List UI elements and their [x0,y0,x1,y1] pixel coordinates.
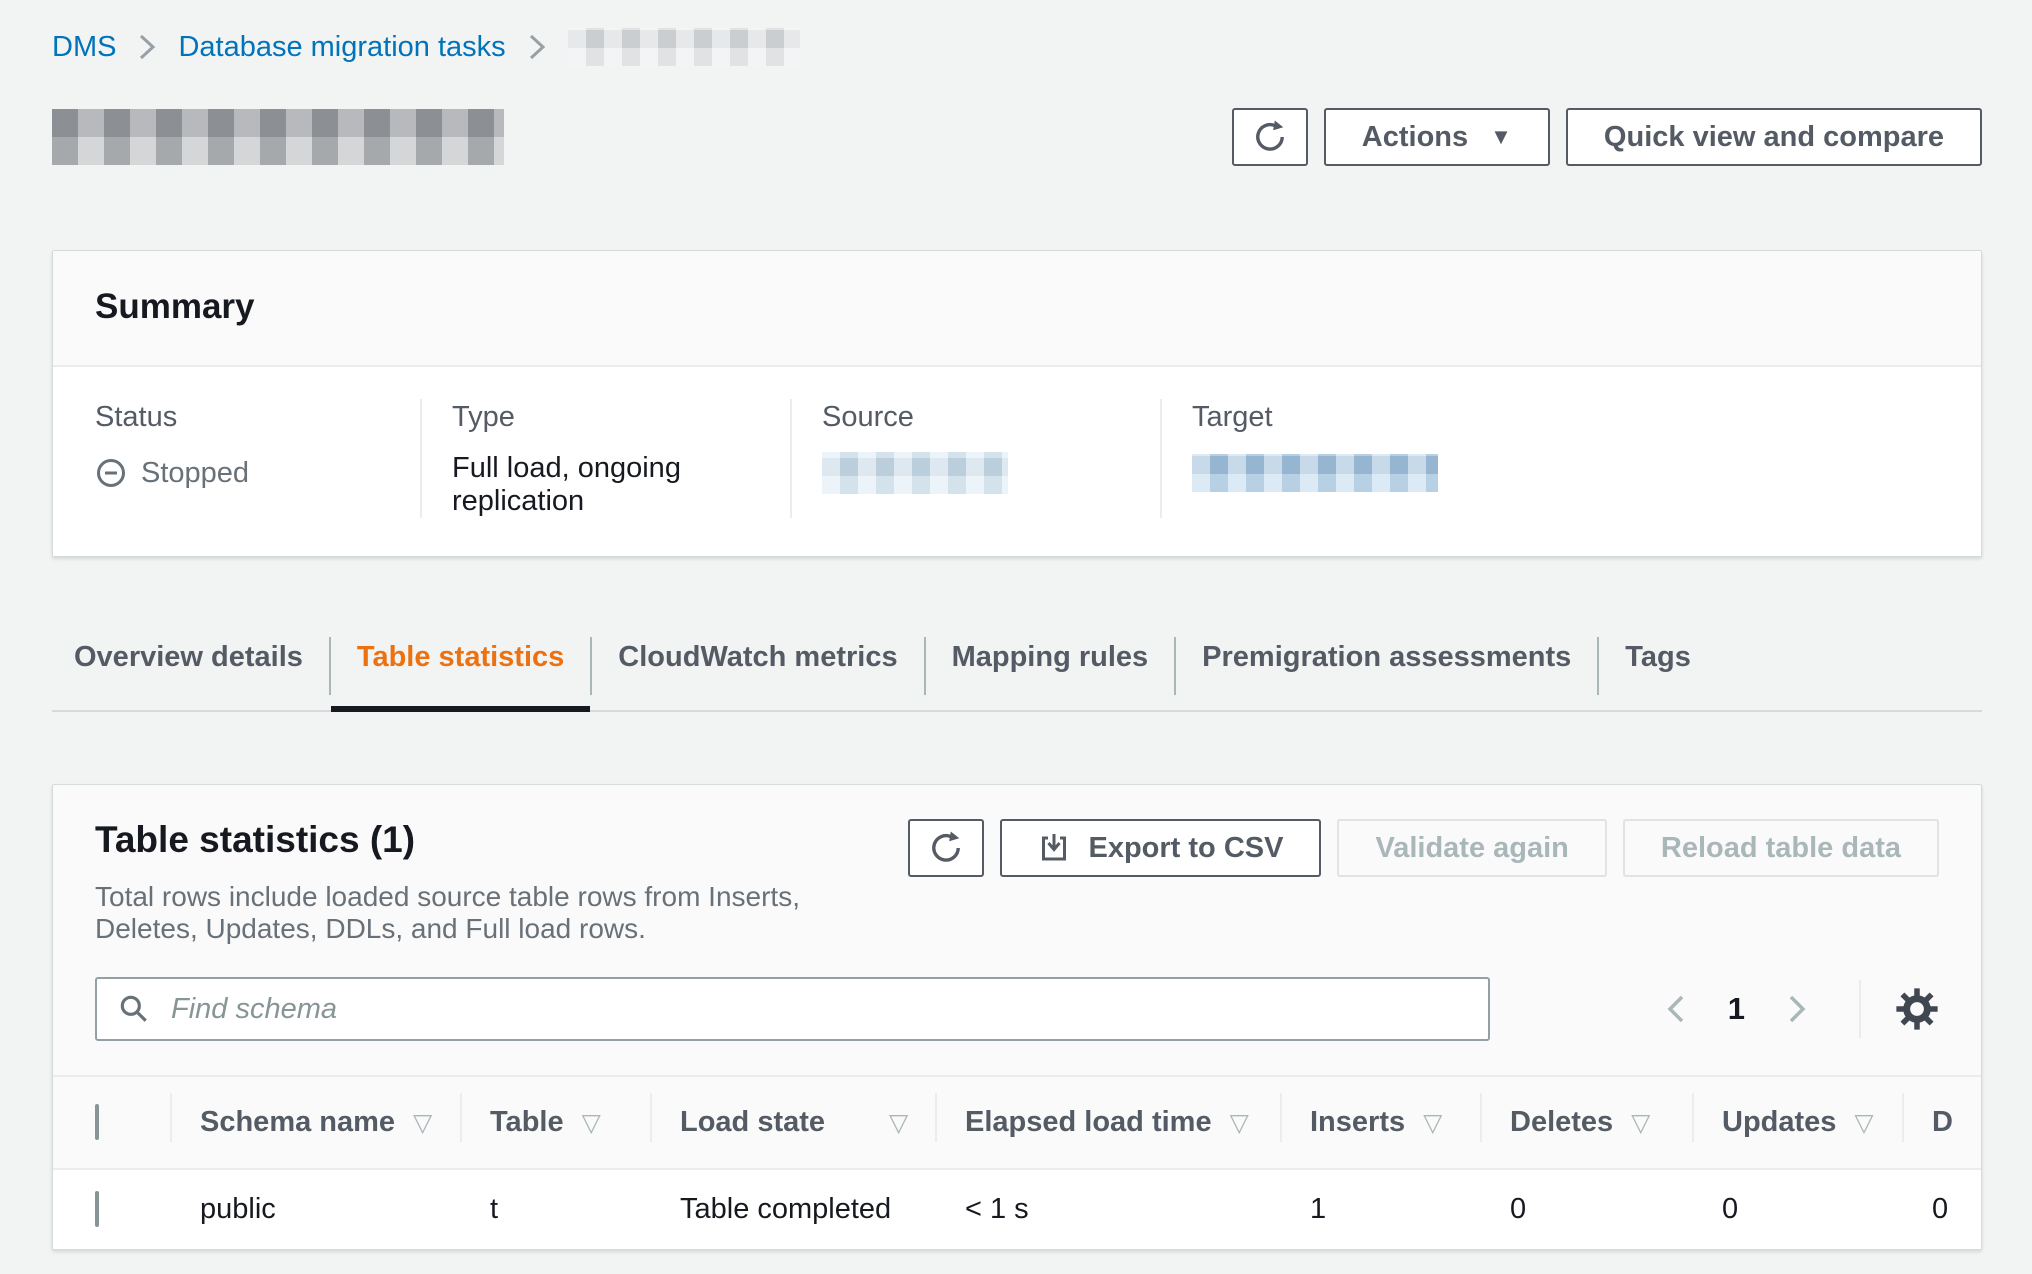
redacted-source-endpoint [822,452,1008,494]
column-header-load-state[interactable]: Load state▽ [650,1077,935,1169]
column-header-updates[interactable]: Updates▽ [1692,1077,1902,1169]
table-statistics-panel: Table statistics (1) Total rows include … [52,784,1982,1250]
tab-overview-details[interactable]: Overview details [52,633,329,710]
quick-view-label: Quick view and compare [1604,121,1944,154]
column-header-deletes[interactable]: Deletes▽ [1480,1077,1692,1169]
cell-deletes: 0 [1480,1169,1692,1249]
table-statistics-description: Total rows include loaded source table r… [95,881,908,945]
tab-cloudwatch-metrics[interactable]: CloudWatch metrics [592,633,923,710]
summary-source-field: Source [790,399,1160,518]
column-header-ddls-clipped[interactable]: D [1902,1077,1981,1169]
sort-icon: ▽ [582,1109,601,1137]
source-label: Source [822,401,1130,434]
table-statistics-actions: Export to CSV Validate again Reload tabl… [908,819,1939,877]
cell-schema-name: public [170,1169,460,1249]
status-value: Stopped [141,457,249,490]
column-header-table[interactable]: Table▽ [460,1077,650,1169]
toolbar-divider [1859,980,1861,1038]
refresh-icon [1253,120,1287,154]
reload-table-data-label: Reload table data [1661,832,1901,865]
cell-table: t [460,1169,650,1249]
task-detail-tabs: Overview details Table statistics CloudW… [52,633,1982,712]
validate-again-label: Validate again [1375,832,1568,865]
sort-icon: ▽ [1631,1109,1650,1137]
actions-dropdown-button[interactable]: Actions ▼ [1324,108,1550,166]
page-title-row: Actions ▼ Quick view and compare [52,108,1982,166]
row-checkbox[interactable] [95,1191,99,1227]
cell-ddls-clipped: 0 [1902,1169,1981,1249]
table-statistics-heading: Table statistics (1) Total rows include … [95,819,908,945]
type-label: Type [452,401,760,434]
current-page-number[interactable]: 1 [1728,991,1745,1027]
search-icon [117,992,151,1031]
chevron-right-icon [1785,992,1809,1026]
sort-icon: ▽ [1854,1109,1873,1137]
summary-panel: Summary Status Stopped Type Full load, [52,250,1982,557]
target-label: Target [1192,401,1951,434]
type-value: Full load, ongoing replication [452,452,760,518]
chevron-left-icon [1664,992,1688,1026]
table-row: public t Table completed < 1 s 1 0 0 0 [53,1169,1981,1249]
actions-label: Actions [1362,121,1468,154]
chevron-down-icon: ▼ [1490,124,1512,150]
download-icon [1038,832,1070,864]
schema-search [95,977,1490,1041]
select-all-checkbox[interactable] [95,1104,99,1140]
sort-icon: ▽ [413,1109,432,1137]
table-header-row: Schema name▽ Table▽ Load state▽ Elapsed … [53,1077,1981,1169]
breadcrumb-link-tasks[interactable]: Database migration tasks [178,31,505,64]
summary-header: Summary [53,251,1981,367]
column-header-schema-name[interactable]: Schema name▽ [170,1077,460,1169]
refresh-icon [929,831,963,865]
export-to-csv-button[interactable]: Export to CSV [1000,819,1321,877]
previous-page-button[interactable] [1654,987,1698,1031]
table-settings-button[interactable] [1895,987,1939,1031]
redacted-page-title [52,109,504,165]
export-to-csv-label: Export to CSV [1088,832,1283,865]
summary-type-field: Type Full load, ongoing replication [420,399,790,518]
quick-view-compare-button[interactable]: Quick view and compare [1566,108,1982,166]
summary-title: Summary [95,287,1939,327]
cell-inserts: 1 [1280,1169,1480,1249]
summary-target-field: Target [1160,399,1981,518]
summary-fields: Status Stopped Type Full load, ongoing r… [53,367,1981,556]
redacted-target-endpoint [1192,454,1438,492]
tab-table-statistics[interactable]: Table statistics [331,633,590,710]
column-header-inserts[interactable]: Inserts▽ [1280,1077,1480,1169]
pagination: 1 [1654,980,1939,1038]
column-header-elapsed-load-time[interactable]: Elapsed load time▽ [935,1077,1280,1169]
breadcrumb-link-dms[interactable]: DMS [52,31,116,64]
breadcrumb: DMS Database migration tasks [52,24,1982,70]
cell-elapsed-load-time: < 1 s [935,1169,1280,1249]
chevron-right-icon [526,32,548,62]
cell-updates: 0 [1692,1169,1902,1249]
tab-premigration-assessments[interactable]: Premigration assessments [1176,633,1597,710]
dms-task-page: DMS Database migration tasks Actions [0,0,2032,1250]
next-page-button[interactable] [1775,987,1819,1031]
gear-icon [1895,987,1939,1031]
reload-table-data-button[interactable]: Reload table data [1623,819,1939,877]
status-label: Status [95,401,390,434]
table-statistics-table: Schema name▽ Table▽ Load state▽ Elapsed … [53,1075,1981,1249]
page-actions: Actions ▼ Quick view and compare [1232,108,1982,166]
sort-icon: ▽ [1423,1109,1442,1137]
sort-icon: ▽ [1230,1109,1249,1137]
sort-icon: ▽ [889,1109,908,1137]
table-refresh-button[interactable] [908,819,984,877]
chevron-right-icon [136,32,158,62]
find-schema-input[interactable] [95,977,1490,1041]
validate-again-button[interactable]: Validate again [1337,819,1606,877]
cell-load-state: Table completed [650,1169,935,1249]
redacted-task-name-crumb [568,28,800,66]
table-statistics-title: Table statistics (1) [95,819,908,861]
tab-tags[interactable]: Tags [1599,633,1717,710]
refresh-button[interactable] [1232,108,1308,166]
summary-status-field: Status Stopped [53,399,420,518]
stopped-status-icon [95,457,127,489]
tab-mapping-rules[interactable]: Mapping rules [926,633,1175,710]
